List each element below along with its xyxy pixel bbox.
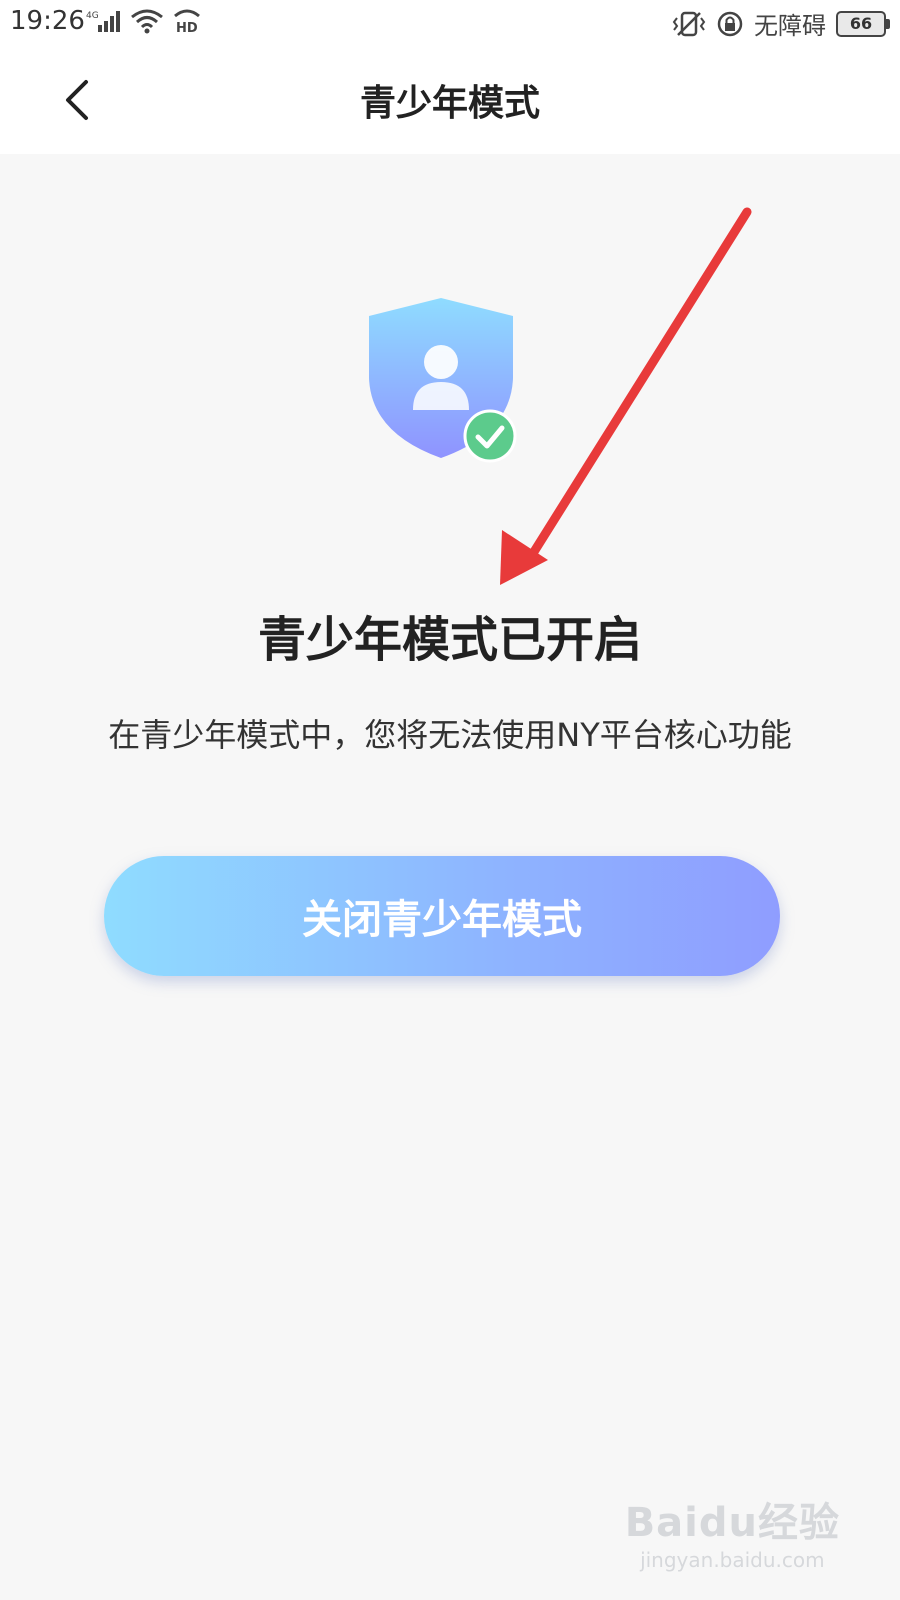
page-title: 青少年模式: [359, 83, 540, 124]
watermark: Baidu经验 jingyan.baidu.com: [625, 1490, 840, 1572]
watermark-logo: Baidu经验: [624, 1500, 840, 1546]
hd-label: HD: [176, 21, 198, 34]
close-teen-mode-button[interactable]: 关闭青少年模式: [104, 856, 780, 976]
vibrate-icon: [672, 11, 706, 36]
battery-level: 66: [849, 14, 873, 33]
status-bar: 19:26 4G HD 无障碍 66: [0, 0, 900, 46]
network-type-label: 4G: [86, 11, 99, 21]
battery-icon: 66: [836, 10, 890, 37]
status-time: 19:26: [10, 6, 85, 36]
annotation-arrow-icon: [500, 207, 752, 585]
app-header: 青少年模式: [0, 46, 900, 154]
cellular-signal-icon: 4G: [86, 11, 120, 32]
hd-call-icon: HD: [174, 9, 200, 34]
wifi-icon: [131, 9, 163, 34]
status-title: 青少年模式已开启: [257, 612, 642, 668]
check-badge-icon: [463, 409, 517, 463]
shield-icon: [369, 298, 517, 463]
rotation-lock-icon: [717, 11, 743, 36]
description-text: 在青少年模式中，您将无法使用NY平台核心功能: [108, 716, 792, 754]
accessibility-label: 无障碍: [754, 12, 826, 40]
watermark-url: jingyan.baidu.com: [640, 1548, 825, 1572]
